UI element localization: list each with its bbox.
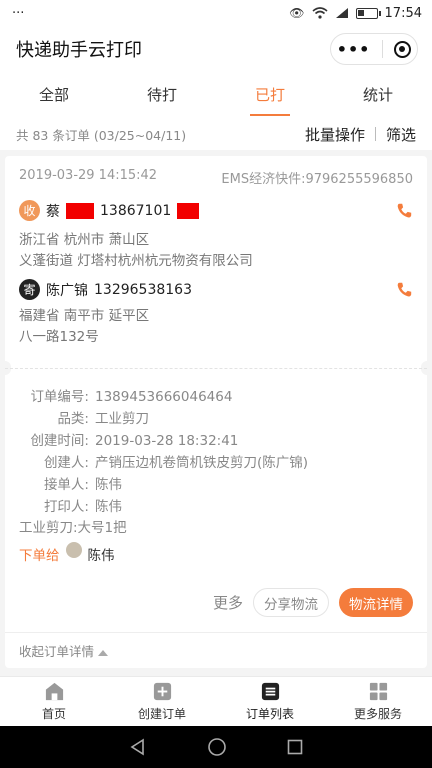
system-nav-bar [0,726,432,768]
order-header: 2019-03-29 14:15:42 EMS经济快件:979625559685… [19,168,413,187]
home-icon [45,682,63,701]
creator-value: 产销压边机卷筒机铁皮剪刀(陈广锦) [95,455,309,471]
redaction-mark [177,202,200,219]
summary-bar: 共 83 条订单 (03/25~04/11) 批量操作 筛选 [0,118,432,150]
sender-phone: 13296538163 [94,281,192,298]
status-bar: ··· 👁 17:54 [0,0,432,26]
detail-row: 订单编号: 1389453666046464 [19,386,413,408]
nav-home[interactable]: 首页 [0,677,108,726]
plus-square-icon [153,682,171,701]
mini-program-capsule: ••• [330,33,418,65]
receiver-row: 收 蔡 13867101 [19,200,413,221]
back-icon[interactable] [129,738,147,756]
assign-label: 下单给 [19,548,60,564]
receiver-badge: 收 [19,200,40,221]
detail-key: 打印人: [43,499,89,515]
more-menu-icon[interactable]: ••• [337,40,371,59]
order-number: 1389453666046464 [95,389,233,405]
status-time: 17:54 [384,5,422,21]
detail-key: 接单人: [43,477,89,493]
more-button[interactable]: 更多 [213,592,243,613]
order-tabs: 全部 待打 已打 统计 [0,72,432,118]
nav-label: 首页 [41,707,66,721]
order-details: 订单编号: 1389453666046464 品类: 工业剪刀 创建时间: 2019-… [19,386,413,518]
tab-stats[interactable]: 统计 [324,72,432,118]
call-sender-icon[interactable] [395,281,413,299]
logistics-detail-button[interactable]: 物流详情 [339,588,413,617]
nav-more-services[interactable]: 更多服务 [324,677,432,726]
nav-create-order[interactable]: 创建订单 [108,677,216,726]
nav-label: 更多服务 [353,707,402,721]
tab-to-print[interactable]: 待打 [108,72,216,118]
category-value: 工业剪刀 [95,411,149,427]
detail-row: 创建时间: 2019-03-28 18:32:41 [19,430,413,452]
home-circle-icon[interactable] [207,737,227,757]
sender-badge: 寄 [19,279,40,300]
nav-order-list[interactable]: 订单列表 [216,677,324,726]
grid-icon [369,682,387,701]
detail-key: 创建人: [43,455,89,471]
detail-row: 品类: 工业剪刀 [19,408,413,430]
item-summary: 工业剪刀:大号1把 [19,520,127,536]
order-actions: 更多 分享物流 物流详情 [213,588,413,617]
card-divider [5,368,427,369]
avatar [65,542,82,558]
receiver-phone: 13867101 [100,202,172,219]
created-time: 2019-03-28 18:32:41 [95,433,239,449]
bottom-nav: 首页 创建订单 订单列表 更多服务 [0,676,432,726]
assign-name: 陈伟 [87,548,115,564]
eye-icon: 👁 [289,6,305,20]
detail-row: 创建人: 产销压边机卷筒机铁皮剪刀(陈广锦) [19,452,413,474]
printer-value: 陈伟 [95,499,122,515]
tab-printed[interactable]: 已打 [216,72,324,118]
detail-key: 订单编号: [30,389,89,405]
receiver-address-line2: 义蓬街道 灯塔村杭州杭元物资有限公司 [19,253,253,269]
tab-all[interactable]: 全部 [0,72,108,118]
redaction-mark [66,202,94,219]
receiver-user-value: 陈伟 [95,477,122,493]
detail-row: 打印人: 陈伟 [19,496,413,518]
filter-button[interactable]: 筛选 [386,124,416,145]
title-bar: 快递助手云打印 ••• [0,26,432,72]
order-count: 共 83 条订单 (03/25~04/11) [16,127,187,143]
battery-icon [355,7,381,19]
nav-label: 创建订单 [137,707,186,721]
detail-row: 接单人: 陈伟 [19,474,413,496]
caret-up-icon [98,649,109,656]
sender-address-line1: 福建省 南平市 延平区 [19,308,150,324]
collapse-label: 收起订单详情 [19,644,95,659]
status-notification-dots: ··· [12,5,25,21]
call-receiver-icon[interactable] [395,202,413,220]
detail-key: 创建时间: [30,433,89,449]
receiver-name: 蔡 [46,203,60,220]
waybill-number: EMS经济快件:9796255596850 [221,172,413,187]
order-date: 2019-03-29 14:15:42 [19,168,158,183]
recents-icon[interactable] [287,739,303,755]
sender-address-line2: 八一路132号 [19,329,99,345]
close-target-icon[interactable] [394,40,412,58]
sender-name: 陈广锦 [46,282,88,299]
page-title: 快递助手云打印 [16,40,142,61]
divider [374,127,376,141]
share-logistics-button[interactable]: 分享物流 [253,588,329,617]
order-card: 2019-03-29 14:15:42 EMS经济快件:979625559685… [0,156,432,668]
batch-operation-button[interactable]: 批量操作 [305,124,365,145]
list-icon [261,682,279,701]
signal-icon [335,8,348,18]
wifi-icon [312,7,328,19]
collapse-details[interactable]: 收起订单详情 [5,632,427,668]
detail-key: 品类: [57,411,89,427]
receiver-address-line1: 浙江省 杭州市 萧山区 [19,232,150,248]
assign-row: 下单给 陈伟 [19,542,413,564]
capsule-divider [381,40,383,58]
sender-row: 寄 陈广锦 13296538163 [19,279,413,300]
nav-label: 订单列表 [245,707,294,721]
